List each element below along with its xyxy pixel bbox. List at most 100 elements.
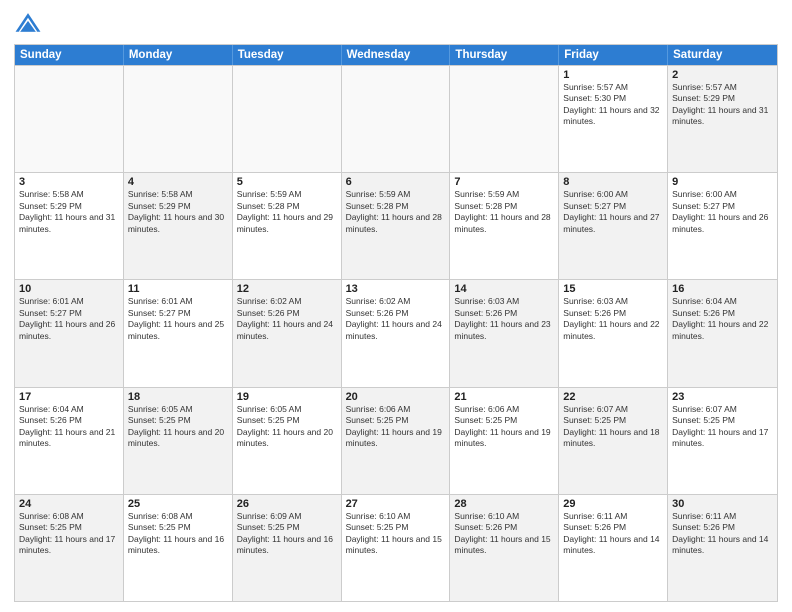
day-number: 3 — [19, 176, 119, 188]
calendar-cell — [124, 66, 233, 172]
calendar-cell: 27Sunrise: 6:10 AM Sunset: 5:25 PM Dayli… — [342, 495, 451, 601]
calendar-cell: 16Sunrise: 6:04 AM Sunset: 5:26 PM Dayli… — [668, 280, 777, 386]
calendar: SundayMondayTuesdayWednesdayThursdayFrid… — [14, 44, 778, 602]
day-info: Sunrise: 6:08 AM Sunset: 5:25 PM Dayligh… — [19, 511, 119, 557]
logo-icon — [14, 10, 42, 38]
calendar-cell: 25Sunrise: 6:08 AM Sunset: 5:25 PM Dayli… — [124, 495, 233, 601]
day-info: Sunrise: 5:57 AM Sunset: 5:30 PM Dayligh… — [563, 82, 663, 128]
day-info: Sunrise: 6:10 AM Sunset: 5:25 PM Dayligh… — [346, 511, 446, 557]
day-number: 30 — [672, 498, 773, 510]
calendar-cell: 10Sunrise: 6:01 AM Sunset: 5:27 PM Dayli… — [15, 280, 124, 386]
calendar-cell: 7Sunrise: 5:59 AM Sunset: 5:28 PM Daylig… — [450, 173, 559, 279]
day-number: 4 — [128, 176, 228, 188]
calendar-cell: 12Sunrise: 6:02 AM Sunset: 5:26 PM Dayli… — [233, 280, 342, 386]
calendar-cell: 9Sunrise: 6:00 AM Sunset: 5:27 PM Daylig… — [668, 173, 777, 279]
calendar-cell: 11Sunrise: 6:01 AM Sunset: 5:27 PM Dayli… — [124, 280, 233, 386]
calendar-cell: 22Sunrise: 6:07 AM Sunset: 5:25 PM Dayli… — [559, 388, 668, 494]
weekday-header: Saturday — [668, 45, 777, 65]
weekday-header: Sunday — [15, 45, 124, 65]
day-info: Sunrise: 6:03 AM Sunset: 5:26 PM Dayligh… — [454, 296, 554, 342]
day-number: 5 — [237, 176, 337, 188]
calendar-cell: 4Sunrise: 5:58 AM Sunset: 5:29 PM Daylig… — [124, 173, 233, 279]
day-number: 20 — [346, 391, 446, 403]
calendar-cell: 29Sunrise: 6:11 AM Sunset: 5:26 PM Dayli… — [559, 495, 668, 601]
day-number: 14 — [454, 283, 554, 295]
day-number: 24 — [19, 498, 119, 510]
day-number: 1 — [563, 69, 663, 81]
day-number: 6 — [346, 176, 446, 188]
calendar-cell: 8Sunrise: 6:00 AM Sunset: 5:27 PM Daylig… — [559, 173, 668, 279]
calendar-cell — [450, 66, 559, 172]
day-number: 22 — [563, 391, 663, 403]
calendar-cell: 13Sunrise: 6:02 AM Sunset: 5:26 PM Dayli… — [342, 280, 451, 386]
calendar-cell: 3Sunrise: 5:58 AM Sunset: 5:29 PM Daylig… — [15, 173, 124, 279]
day-number: 7 — [454, 176, 554, 188]
day-info: Sunrise: 6:11 AM Sunset: 5:26 PM Dayligh… — [563, 511, 663, 557]
day-info: Sunrise: 6:00 AM Sunset: 5:27 PM Dayligh… — [672, 189, 773, 235]
day-number: 12 — [237, 283, 337, 295]
logo — [14, 10, 46, 38]
page: SundayMondayTuesdayWednesdayThursdayFrid… — [0, 0, 792, 612]
calendar-row: 3Sunrise: 5:58 AM Sunset: 5:29 PM Daylig… — [15, 172, 777, 279]
day-number: 2 — [672, 69, 773, 81]
calendar-cell: 28Sunrise: 6:10 AM Sunset: 5:26 PM Dayli… — [450, 495, 559, 601]
day-number: 13 — [346, 283, 446, 295]
day-info: Sunrise: 6:10 AM Sunset: 5:26 PM Dayligh… — [454, 511, 554, 557]
calendar-row: 17Sunrise: 6:04 AM Sunset: 5:26 PM Dayli… — [15, 387, 777, 494]
day-number: 26 — [237, 498, 337, 510]
calendar-cell — [342, 66, 451, 172]
day-number: 28 — [454, 498, 554, 510]
calendar-cell: 19Sunrise: 6:05 AM Sunset: 5:25 PM Dayli… — [233, 388, 342, 494]
day-info: Sunrise: 5:59 AM Sunset: 5:28 PM Dayligh… — [454, 189, 554, 235]
calendar-cell: 5Sunrise: 5:59 AM Sunset: 5:28 PM Daylig… — [233, 173, 342, 279]
day-number: 19 — [237, 391, 337, 403]
day-info: Sunrise: 6:01 AM Sunset: 5:27 PM Dayligh… — [128, 296, 228, 342]
calendar-cell — [15, 66, 124, 172]
day-number: 23 — [672, 391, 773, 403]
day-info: Sunrise: 6:06 AM Sunset: 5:25 PM Dayligh… — [346, 404, 446, 450]
weekday-header: Monday — [124, 45, 233, 65]
day-info: Sunrise: 6:04 AM Sunset: 5:26 PM Dayligh… — [19, 404, 119, 450]
calendar-cell: 2Sunrise: 5:57 AM Sunset: 5:29 PM Daylig… — [668, 66, 777, 172]
calendar-cell: 20Sunrise: 6:06 AM Sunset: 5:25 PM Dayli… — [342, 388, 451, 494]
day-number: 18 — [128, 391, 228, 403]
day-info: Sunrise: 6:05 AM Sunset: 5:25 PM Dayligh… — [128, 404, 228, 450]
day-number: 17 — [19, 391, 119, 403]
calendar-cell: 14Sunrise: 6:03 AM Sunset: 5:26 PM Dayli… — [450, 280, 559, 386]
day-info: Sunrise: 6:09 AM Sunset: 5:25 PM Dayligh… — [237, 511, 337, 557]
day-number: 11 — [128, 283, 228, 295]
day-info: Sunrise: 6:03 AM Sunset: 5:26 PM Dayligh… — [563, 296, 663, 342]
weekday-header: Thursday — [450, 45, 559, 65]
header — [14, 10, 778, 38]
weekday-header: Wednesday — [342, 45, 451, 65]
calendar-cell: 1Sunrise: 5:57 AM Sunset: 5:30 PM Daylig… — [559, 66, 668, 172]
day-number: 16 — [672, 283, 773, 295]
day-number: 29 — [563, 498, 663, 510]
day-info: Sunrise: 5:59 AM Sunset: 5:28 PM Dayligh… — [237, 189, 337, 235]
day-number: 21 — [454, 391, 554, 403]
day-info: Sunrise: 6:07 AM Sunset: 5:25 PM Dayligh… — [672, 404, 773, 450]
calendar-cell: 18Sunrise: 6:05 AM Sunset: 5:25 PM Dayli… — [124, 388, 233, 494]
day-info: Sunrise: 6:02 AM Sunset: 5:26 PM Dayligh… — [237, 296, 337, 342]
calendar-cell: 17Sunrise: 6:04 AM Sunset: 5:26 PM Dayli… — [15, 388, 124, 494]
day-info: Sunrise: 6:11 AM Sunset: 5:26 PM Dayligh… — [672, 511, 773, 557]
day-number: 27 — [346, 498, 446, 510]
day-info: Sunrise: 5:57 AM Sunset: 5:29 PM Dayligh… — [672, 82, 773, 128]
calendar-body: 1Sunrise: 5:57 AM Sunset: 5:30 PM Daylig… — [15, 65, 777, 601]
day-info: Sunrise: 6:02 AM Sunset: 5:26 PM Dayligh… — [346, 296, 446, 342]
weekday-header: Friday — [559, 45, 668, 65]
day-info: Sunrise: 6:01 AM Sunset: 5:27 PM Dayligh… — [19, 296, 119, 342]
day-number: 10 — [19, 283, 119, 295]
calendar-cell: 15Sunrise: 6:03 AM Sunset: 5:26 PM Dayli… — [559, 280, 668, 386]
day-info: Sunrise: 5:58 AM Sunset: 5:29 PM Dayligh… — [19, 189, 119, 235]
calendar-header: SundayMondayTuesdayWednesdayThursdayFrid… — [15, 45, 777, 65]
day-number: 25 — [128, 498, 228, 510]
day-info: Sunrise: 6:06 AM Sunset: 5:25 PM Dayligh… — [454, 404, 554, 450]
calendar-row: 1Sunrise: 5:57 AM Sunset: 5:30 PM Daylig… — [15, 65, 777, 172]
calendar-cell: 23Sunrise: 6:07 AM Sunset: 5:25 PM Dayli… — [668, 388, 777, 494]
day-info: Sunrise: 6:08 AM Sunset: 5:25 PM Dayligh… — [128, 511, 228, 557]
day-info: Sunrise: 6:04 AM Sunset: 5:26 PM Dayligh… — [672, 296, 773, 342]
calendar-cell: 30Sunrise: 6:11 AM Sunset: 5:26 PM Dayli… — [668, 495, 777, 601]
day-info: Sunrise: 6:07 AM Sunset: 5:25 PM Dayligh… — [563, 404, 663, 450]
day-info: Sunrise: 5:59 AM Sunset: 5:28 PM Dayligh… — [346, 189, 446, 235]
